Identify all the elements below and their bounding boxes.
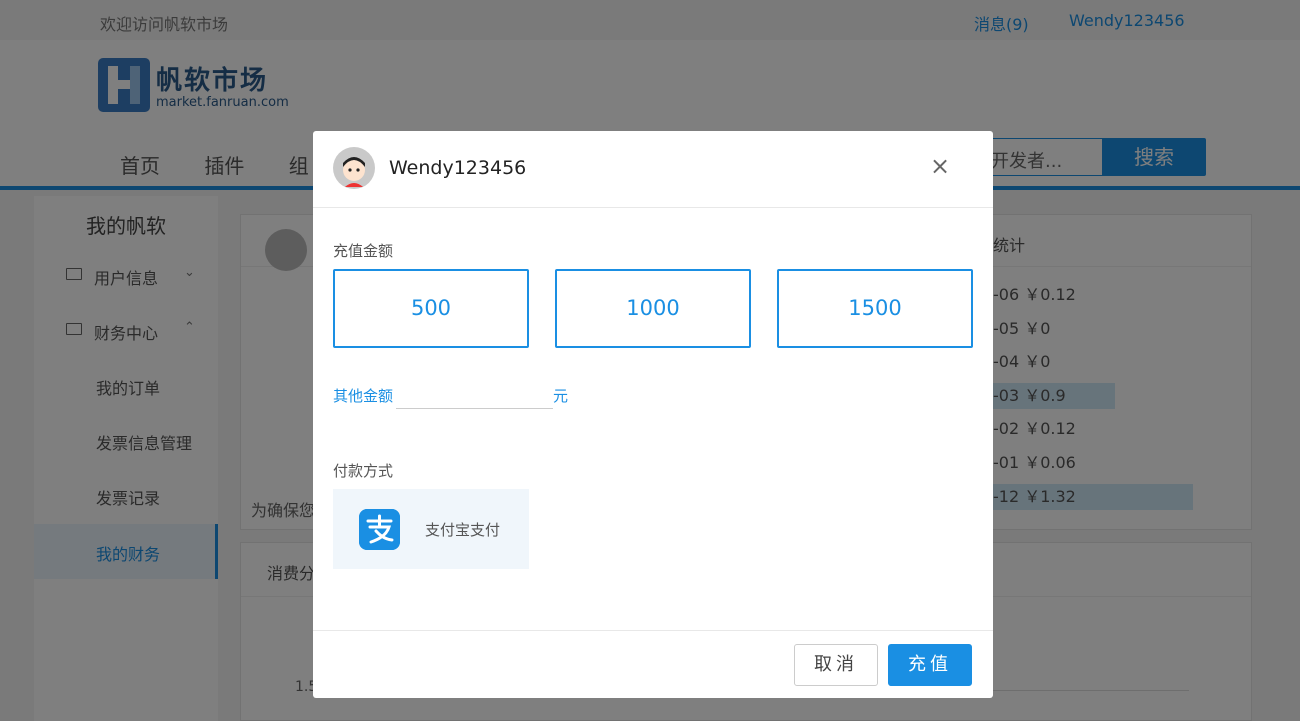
payment-option-label: 支付宝支付: [425, 521, 501, 539]
other-amount-input[interactable]: [396, 381, 553, 409]
currency-unit: 元: [553, 387, 569, 405]
dialog-footer: 取消 充值: [313, 630, 993, 698]
dialog-header: Wendy123456 ×: [313, 131, 993, 208]
amount-label: 充值金额: [333, 242, 394, 260]
avatar: [333, 147, 375, 189]
payment-method-label: 付款方式: [333, 462, 394, 480]
recharge-button[interactable]: 充值: [888, 644, 972, 686]
amount-option-1000[interactable]: 1000: [555, 269, 751, 348]
dialog-username: Wendy123456: [389, 157, 527, 179]
other-amount-label: 其他金额: [333, 387, 394, 405]
cancel-button[interactable]: 取消: [794, 644, 878, 686]
close-icon[interactable]: ×: [927, 153, 953, 179]
recharge-dialog: Wendy123456 × 充值金额 500 1000 1500 其他金额 元 …: [313, 131, 993, 698]
alipay-icon: [359, 509, 400, 550]
payment-option-alipay[interactable]: 支付宝支付: [333, 489, 529, 569]
amount-option-1500[interactable]: 1500: [777, 269, 973, 348]
amount-option-500[interactable]: 500: [333, 269, 529, 348]
